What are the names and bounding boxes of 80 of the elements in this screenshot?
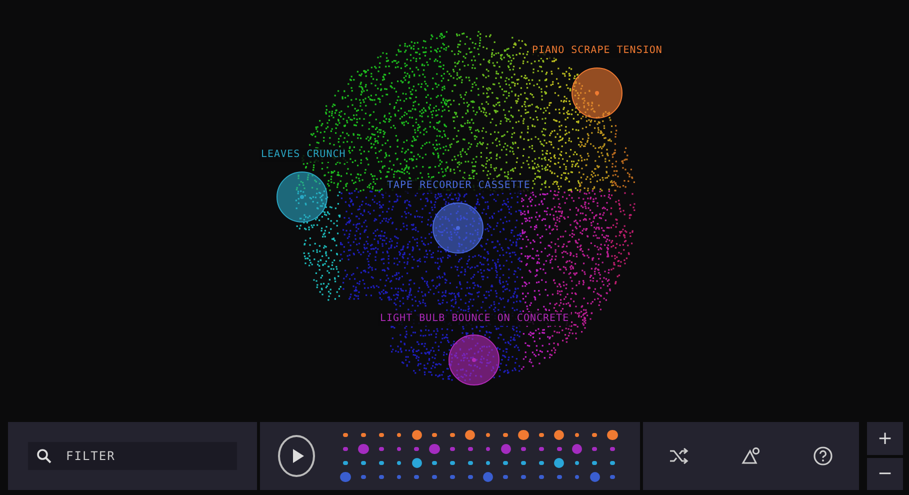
step-dot[interactable] xyxy=(414,446,420,452)
step-dot[interactable] xyxy=(396,460,402,466)
step-dot[interactable] xyxy=(432,474,438,480)
step-dot[interactable] xyxy=(396,446,402,452)
step-dot[interactable] xyxy=(592,446,598,452)
step-dot[interactable] xyxy=(468,460,473,466)
sound-marker[interactable] xyxy=(571,67,623,119)
step-dot[interactable] xyxy=(610,460,616,466)
step-dot[interactable] xyxy=(574,474,580,480)
step-dot[interactable] xyxy=(343,460,348,466)
step-dot[interactable] xyxy=(556,474,562,480)
step-dot[interactable] xyxy=(429,444,440,454)
step-dot[interactable] xyxy=(554,430,564,440)
sound-marker[interactable] xyxy=(432,202,484,254)
filter-field[interactable]: FILTER xyxy=(28,442,237,470)
step-dot[interactable] xyxy=(378,446,384,452)
step-dot[interactable] xyxy=(572,444,582,454)
step-dot[interactable] xyxy=(464,430,476,440)
step-dot[interactable] xyxy=(343,446,348,452)
step-dot[interactable] xyxy=(539,446,544,452)
sound-label: LEAVES CRUNCH xyxy=(259,148,348,162)
play-icon xyxy=(290,448,305,464)
step-dot[interactable] xyxy=(340,472,351,482)
step-dot[interactable] xyxy=(450,474,455,480)
step-dot[interactable] xyxy=(503,432,508,438)
step-dot[interactable] xyxy=(500,444,512,454)
step-dot[interactable] xyxy=(432,432,438,438)
step-dot[interactable] xyxy=(539,432,544,438)
step-dot[interactable] xyxy=(521,474,526,480)
step-dot[interactable] xyxy=(539,460,544,466)
step-dot[interactable] xyxy=(503,474,508,480)
step-dot[interactable] xyxy=(486,460,490,466)
step-dot[interactable] xyxy=(482,472,494,482)
step-dot[interactable] xyxy=(554,458,564,468)
step-dot[interactable] xyxy=(607,430,618,440)
step-dot[interactable] xyxy=(574,432,580,438)
step-dot[interactable] xyxy=(590,472,600,482)
play-button[interactable] xyxy=(278,435,315,477)
step-dot[interactable] xyxy=(414,474,420,480)
step-dot[interactable] xyxy=(378,460,384,466)
sound-marker[interactable] xyxy=(448,334,500,386)
step-dot[interactable] xyxy=(503,460,508,466)
step-dot[interactable] xyxy=(468,446,473,452)
shuffle-icon xyxy=(668,448,689,464)
step-dot[interactable] xyxy=(518,430,529,440)
shapes-icon xyxy=(740,447,761,465)
step-dot[interactable] xyxy=(343,432,348,438)
step-dot[interactable] xyxy=(396,432,402,438)
step-dot[interactable] xyxy=(396,474,402,480)
step-dot[interactable] xyxy=(486,446,490,452)
step-dot[interactable] xyxy=(556,446,562,452)
step-dot[interactable] xyxy=(361,460,366,466)
step-dot[interactable] xyxy=(361,432,366,438)
step-dot[interactable] xyxy=(450,446,455,452)
step-dot[interactable] xyxy=(468,474,473,480)
step-dot[interactable] xyxy=(574,460,580,466)
sound-label: TAPE RECORDER CASSETTE xyxy=(385,179,532,193)
step-dot[interactable] xyxy=(361,474,366,480)
sound-label: LIGHT BULB BOUNCE ON CONCRETE xyxy=(378,312,572,326)
step-dot[interactable] xyxy=(450,460,455,466)
step-dot[interactable] xyxy=(412,430,422,440)
zoom-out-button[interactable]: − xyxy=(867,458,903,490)
step-dot[interactable] xyxy=(521,446,526,452)
step-dot[interactable] xyxy=(486,432,490,438)
step-dot[interactable] xyxy=(412,458,422,468)
step-dot[interactable] xyxy=(378,474,384,480)
zoom-in-button[interactable]: + xyxy=(867,422,903,454)
step-dot[interactable] xyxy=(450,432,455,438)
help-icon xyxy=(812,446,833,466)
step-dot[interactable] xyxy=(610,474,616,480)
step-dot[interactable] xyxy=(539,474,544,480)
step-dot[interactable] xyxy=(358,444,369,454)
step-dot[interactable] xyxy=(592,460,598,466)
step-dot[interactable] xyxy=(432,460,438,466)
step-dot[interactable] xyxy=(610,446,616,452)
step-dot[interactable] xyxy=(378,432,384,438)
step-dot[interactable] xyxy=(521,460,526,466)
step-dot[interactable] xyxy=(592,432,598,438)
sound-label: PIANO SCRAPE TENSION xyxy=(530,44,664,58)
sound-marker[interactable] xyxy=(276,171,328,223)
